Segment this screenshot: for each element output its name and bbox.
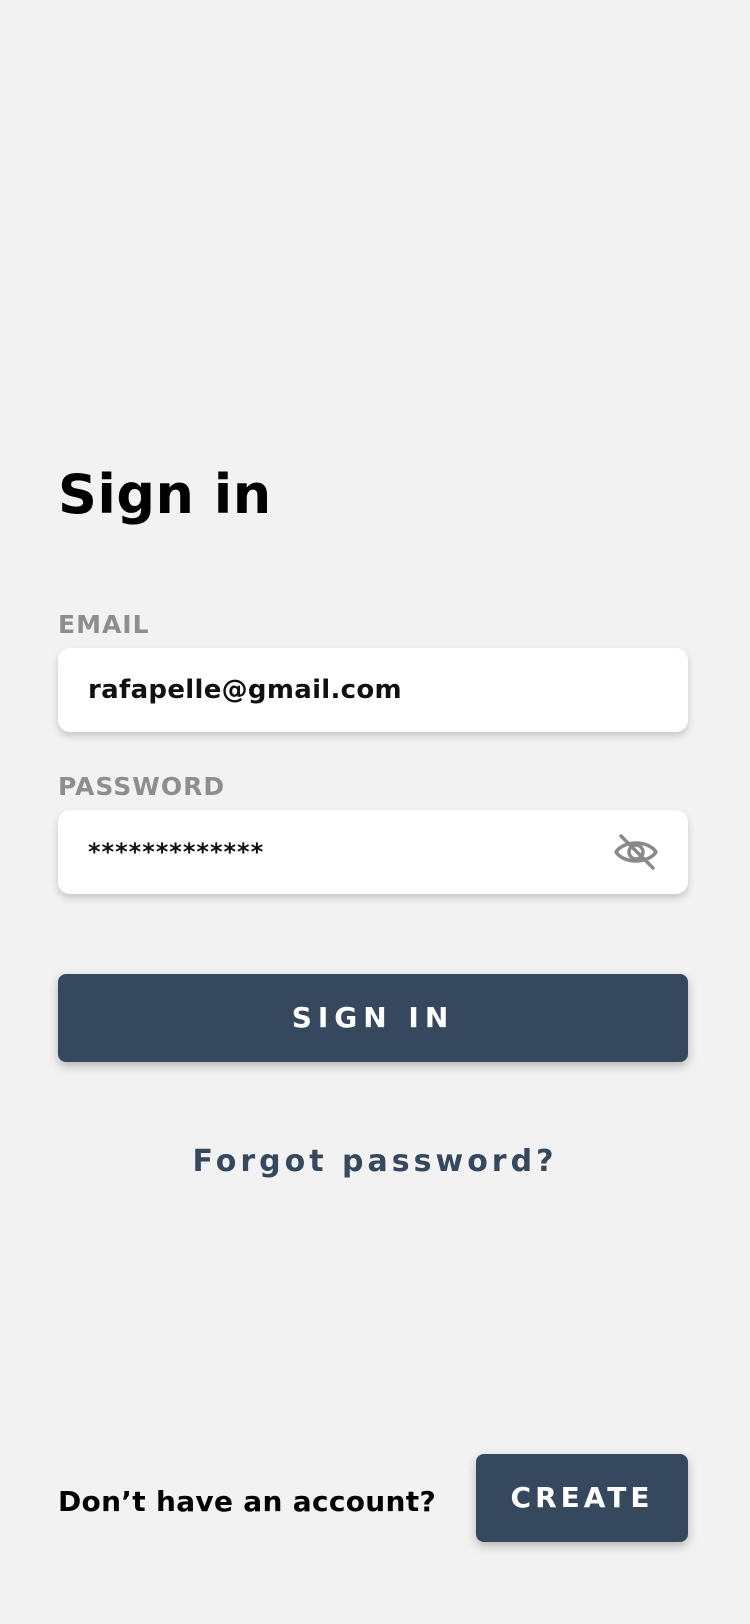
email-value[interactable]: rafapelle@gmail.com	[88, 648, 402, 732]
create-account-button[interactable]: CREATE	[476, 1454, 688, 1542]
email-label: EMAIL	[58, 610, 150, 639]
no-account-prompt: Don’t have an account?	[58, 1485, 436, 1518]
email-field[interactable]: rafapelle@gmail.com	[58, 648, 688, 732]
page-title: Sign in	[58, 463, 272, 526]
password-field[interactable]: *************	[58, 810, 688, 894]
eye-slash-icon[interactable]	[612, 832, 660, 872]
password-value[interactable]: *************	[88, 810, 264, 894]
forgot-password-link[interactable]: Forgot password?	[0, 1140, 750, 1184]
password-label: PASSWORD	[58, 772, 226, 801]
sign-in-button[interactable]: SIGN IN	[58, 974, 688, 1062]
sign-in-screen: Sign in EMAIL rafapelle@gmail.com PASSWO…	[0, 0, 750, 1624]
